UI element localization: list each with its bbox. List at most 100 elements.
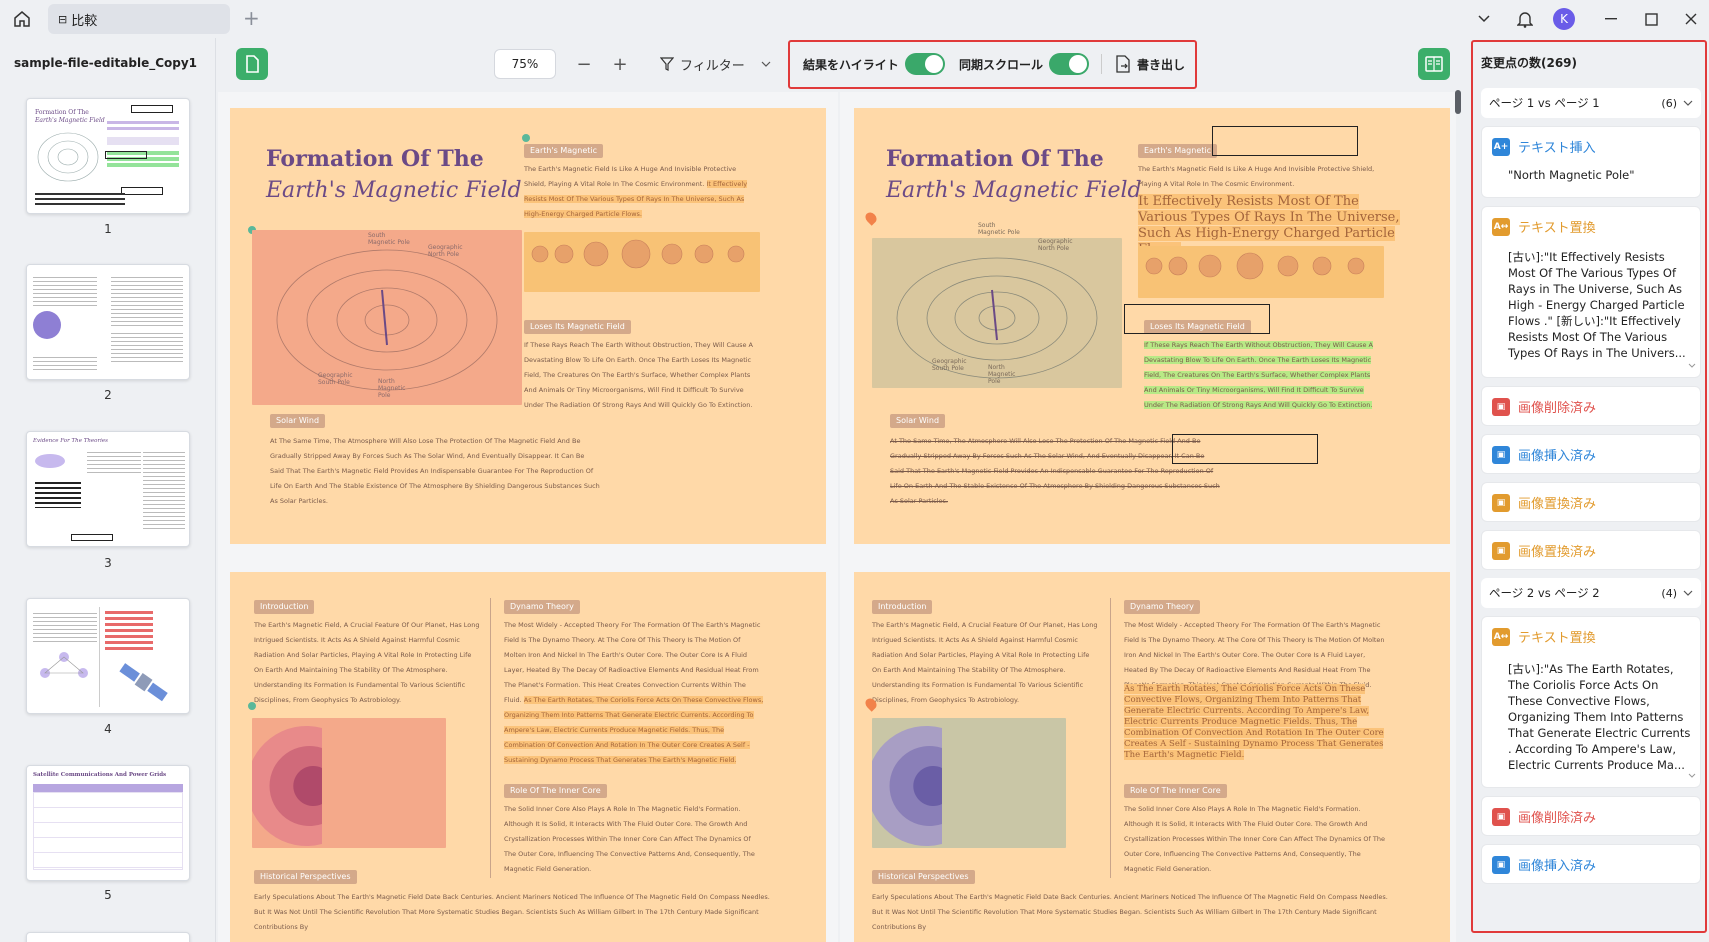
bell-icon[interactable]: [1514, 6, 1536, 32]
close-icon[interactable]: [1680, 6, 1702, 32]
left-document-icon[interactable]: [236, 48, 268, 80]
thumb-green: [107, 163, 179, 167]
sync-scroll-toggle[interactable]: 同期スクロール: [959, 52, 1090, 76]
tab-compare[interactable]: ⊟ 比較: [48, 4, 230, 34]
page-number: 5: [104, 888, 112, 902]
expand-icon[interactable]: [1688, 773, 1696, 778]
zoom-out-button[interactable]: −: [574, 49, 594, 79]
image-replace-icon: ▣: [1492, 493, 1510, 512]
minimize-icon[interactable]: [1600, 6, 1622, 32]
right-document-icon[interactable]: [1418, 48, 1450, 80]
diagram-label: South Magnetic Pole: [368, 232, 410, 246]
thumbnail-sidebar: sample-file-editable_Copy1 Formation Of …: [0, 38, 216, 942]
change-card-image-insert[interactable]: ▣ 画像挿入済み: [1481, 844, 1701, 884]
section-text: At The Same Time, The Atmosphere Will Al…: [270, 437, 600, 505]
page-thumbnail-5[interactable]: Satellite Communications And Power Grids: [26, 765, 190, 881]
thumb-text: [33, 357, 97, 373]
image-insert-icon: ▣: [1492, 855, 1510, 874]
section-text: The Most Widely - Accepted Theory For Th…: [1124, 621, 1385, 689]
old-page-2: Introduction The Earth's Magnetic Field,…: [230, 572, 826, 942]
section-text: The Solid Inner Core Also Plays A Role I…: [504, 805, 755, 873]
thumb-subtitle: Earth's Magnetic Field: [35, 117, 105, 124]
filter-label: フィルター: [680, 58, 745, 74]
change-card-image-delete[interactable]: ▣ 画像削除済み: [1481, 796, 1701, 836]
doc-subtitle: Earth's Magnetic Field: [266, 178, 522, 203]
highlight-results-toggle[interactable]: 結果をハイライト: [803, 52, 945, 76]
sync-switch[interactable]: [1049, 53, 1090, 75]
section-chip: Dynamo Theory: [1124, 600, 1200, 614]
toolbar-divider: [1101, 54, 1102, 74]
new-document-pane[interactable]: Formation Of The Earth's Magnetic Field …: [840, 92, 1456, 942]
thumb-title: Formation Of The: [35, 109, 89, 116]
sync-label: 同期スクロール: [959, 57, 1044, 72]
group-page-1[interactable]: ページ 1 vs ページ 1 (6): [1481, 88, 1701, 118]
group-count: (4): [1661, 586, 1677, 600]
section-text: The Earth's Magnetic Field, A Crucial Fe…: [872, 621, 1098, 704]
group-count: (6): [1661, 96, 1677, 110]
page-thumbnail-1[interactable]: Formation Of The Earth's Magnetic Field: [26, 98, 190, 214]
change-card-image-insert[interactable]: ▣ 画像挿入済み: [1481, 434, 1701, 474]
change-card-text-insert[interactable]: A+ テキスト挿入 "North Magnetic Pole": [1481, 126, 1701, 198]
expand-icon[interactable]: [1688, 363, 1696, 368]
change-type: 画像置換済み: [1518, 497, 1597, 512]
image-insert-icon: ▣: [1492, 445, 1510, 464]
filter-dropdown[interactable]: フィルター: [660, 49, 771, 79]
new-tab-button[interactable]: +: [243, 6, 260, 30]
change-type: 画像削除済み: [1518, 811, 1597, 826]
thumb-text: [33, 613, 97, 643]
vertical-scrollbar[interactable]: [1455, 90, 1461, 114]
change-card-image-replace[interactable]: ▣ 画像置換済み: [1481, 530, 1701, 570]
page-thumbnail-6[interactable]: [26, 932, 190, 942]
section-chip: Introduction: [872, 600, 933, 614]
thumb-table-head: [33, 784, 183, 792]
section-chip: Role Of The Inner Core: [1124, 784, 1227, 798]
avatar-letter: K: [1553, 8, 1575, 30]
change-card-text-replace[interactable]: A↔ テキスト置換 [古い]:"It Effectively Resists Mo…: [1481, 206, 1701, 378]
zoom-level[interactable]: 75%: [494, 49, 556, 79]
zoom-in-button[interactable]: +: [610, 49, 630, 79]
title-bar: ⊟ 比較 + K: [0, 0, 1709, 38]
change-box[interactable]: [1124, 304, 1270, 334]
change-card-image-delete[interactable]: ▣ 画像削除済み: [1481, 386, 1701, 426]
chevron-down-icon: [761, 61, 771, 67]
magnetic-field-diagram: South Magnetic Pole Geographic North Pol…: [872, 222, 1122, 388]
thumb-line: [107, 121, 179, 124]
thumb-text: [111, 277, 183, 327]
highlight-label: 結果をハイライト: [803, 57, 899, 72]
avatar[interactable]: K: [1552, 6, 1576, 32]
pin-icon: [863, 210, 879, 226]
thumb-table: [33, 792, 183, 870]
new-page-2: Introduction The Earth's Magnetic Field,…: [854, 572, 1450, 942]
group-label: ページ 1 vs ページ 1: [1489, 96, 1600, 110]
home-icon[interactable]: [10, 8, 34, 30]
change-type: 画像挿入済み: [1518, 859, 1597, 874]
diagram-label: Geographic South Pole: [932, 358, 967, 372]
diagram-label: Geographic North Pole: [428, 244, 463, 258]
section-text: If These Rays Reach The Earth Without Ob…: [1144, 341, 1373, 409]
change-type: 画像削除済み: [1518, 401, 1597, 416]
thumb-lines: [35, 482, 81, 508]
change-card-text-replace[interactable]: A↔ テキスト置換 [古い]:"As The Earth Rotates, The…: [1481, 616, 1701, 788]
thumb-title: Evidence For The Theories: [33, 438, 108, 444]
section-chip: Solar Wind: [270, 414, 326, 428]
change-box[interactable]: [1172, 434, 1318, 464]
thumb-diagram: [37, 132, 99, 182]
old-document-pane[interactable]: Formation Of The Earth's Magnetic Field …: [218, 92, 838, 942]
page-thumbnail-3[interactable]: Evidence For The Theories: [26, 431, 190, 547]
thumb-text: [143, 452, 185, 532]
highlight-switch[interactable]: [904, 53, 945, 75]
maximize-icon[interactable]: [1640, 6, 1662, 32]
page-number: 2: [104, 388, 112, 402]
export-button[interactable]: 書き出し: [1115, 52, 1185, 76]
text-insert-icon: A+: [1492, 137, 1510, 156]
page-thumbnail-4[interactable]: [26, 598, 190, 714]
change-card-image-replace[interactable]: ▣ 画像置換済み: [1481, 482, 1701, 522]
page-thumbnail-2[interactable]: [26, 264, 190, 380]
file-name: sample-file-editable_Copy1: [14, 56, 198, 70]
planets-image: [524, 232, 760, 292]
chevron-down-icon[interactable]: [1474, 6, 1494, 32]
group-page-2[interactable]: ページ 2 vs ページ 2 (4): [1481, 578, 1701, 608]
text-replace-icon: A↔: [1492, 627, 1510, 646]
thumb-box: [105, 151, 147, 159]
change-box[interactable]: [1212, 126, 1358, 156]
